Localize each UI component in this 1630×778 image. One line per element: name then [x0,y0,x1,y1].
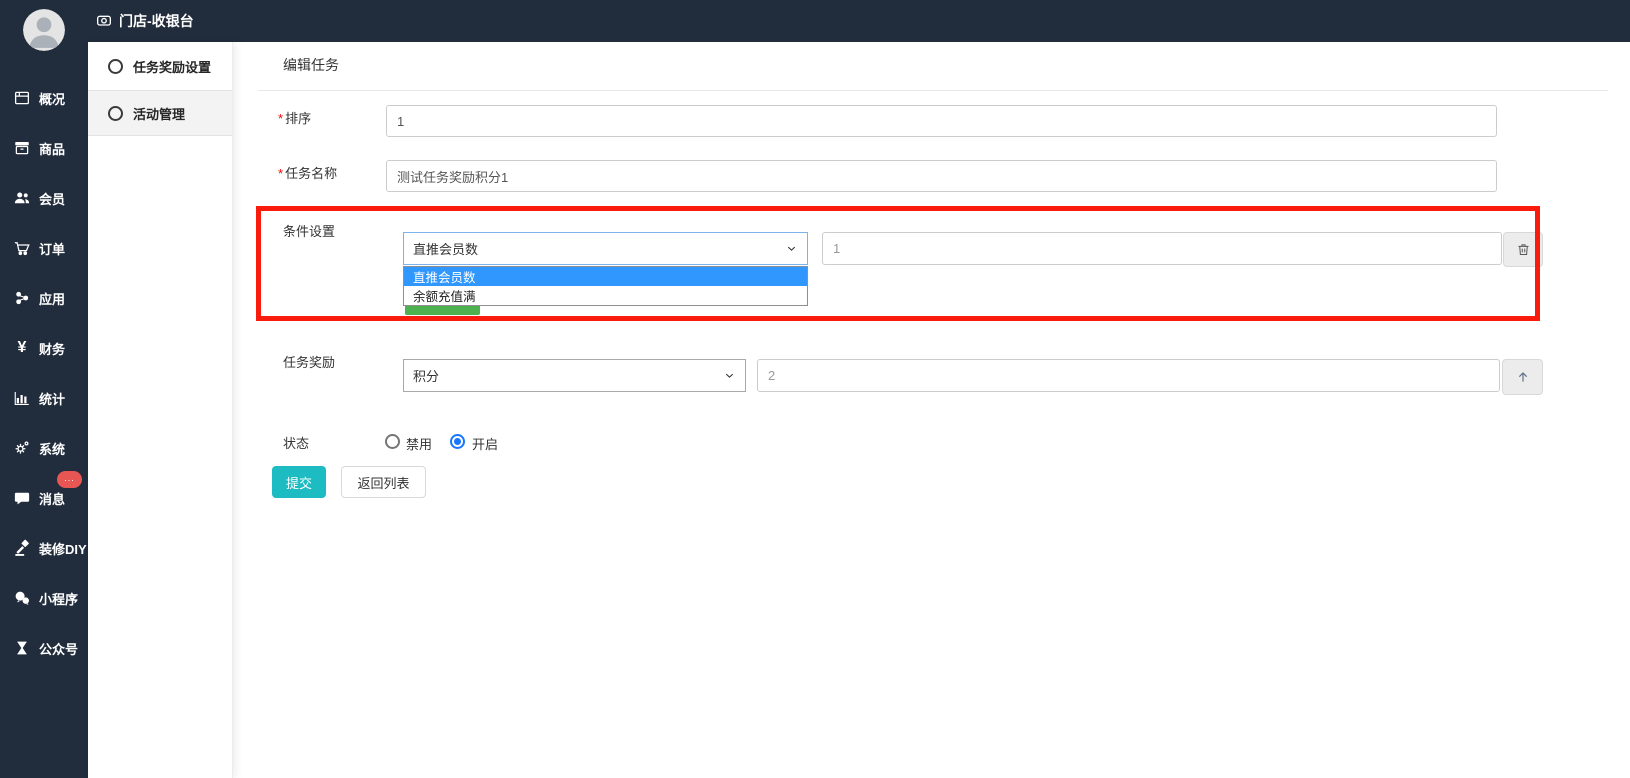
app-title-wrap: 门店-收银台 [96,0,194,42]
sidebar-item-label: 会员 [39,189,65,208]
bar-chart-icon [13,389,31,407]
submenu-panel: 任务奖励设置 活动管理 [88,42,233,778]
dropdown-option-direct-members[interactable]: 直推会员数 [404,267,807,286]
hourglass-icon [13,639,31,657]
arrow-up-icon [1515,369,1531,385]
avatar[interactable] [23,9,65,51]
dropdown-option-balance-recharge[interactable]: 余额充值满 [404,286,807,305]
cashier-icon [96,13,112,29]
sidebar-item-members[interactable]: 会员 [0,173,88,223]
sidebar-item-decorate-diy[interactable]: 装修DIY [0,523,88,573]
condition-label: 条件设置 [283,221,335,240]
status-radio-enabled[interactable] [450,434,465,449]
sidebar-item-label: 概况 [39,89,65,108]
move-up-button[interactable] [1502,359,1543,395]
condition-type-select[interactable]: 直推会员数 [403,232,808,265]
status-label: 状态 [283,433,309,452]
required-mark: * [278,166,283,181]
sidebar-item-label: 订单 [39,239,65,258]
message-bubble-icon [13,489,31,507]
sidebar-item-label: 消息 [39,489,65,508]
submenu-item-activity-management[interactable]: 活动管理 [88,90,232,136]
sidebar-item-finance[interactable]: ¥ 财务 [0,323,88,373]
sidebar-item-official-account[interactable]: 公众号 [0,623,88,673]
task-name-input[interactable] [386,160,1497,192]
sidebar-nav: 概况 商品 会员 订单 应用 ¥ 财务 统计 系统 消息 装修DIY 小程序 [0,73,88,673]
sidebar-item-stats[interactable]: 统计 [0,373,88,423]
add-condition-button-partially-hidden[interactable] [405,306,480,315]
page-title: 编辑任务 [283,55,339,75]
back-to-list-button[interactable]: 返回列表 [341,466,426,498]
sidebar-item-label: 系统 [39,439,65,458]
chevron-down-icon [785,242,798,255]
overview-icon [13,89,31,107]
reward-value-input[interactable] [757,359,1500,392]
status-radio-enabled-label[interactable]: 开启 [472,434,498,453]
sidebar-item-orders[interactable]: 订单 [0,223,88,273]
goods-icon [13,139,31,157]
cart-icon [13,239,31,257]
gavel-icon [13,539,31,557]
apps-icon [13,289,31,307]
sidebar-item-miniprogram[interactable]: 小程序 [0,573,88,623]
reward-select-value: 积分 [413,366,439,385]
chevron-down-icon [723,369,736,382]
reward-type-select[interactable]: 积分 [403,359,746,392]
status-radio-disabled[interactable] [385,434,400,449]
submenu-item-label: 任务奖励设置 [133,57,211,76]
sidebar-item-label: 装修DIY [39,539,87,558]
reward-label: 任务奖励 [283,352,335,371]
gear-icon [13,439,31,457]
circle-bullet-icon [108,59,123,74]
sidebar-item-system[interactable]: 系统 [0,423,88,473]
trash-icon [1516,242,1531,257]
sidebar-item-label: 统计 [39,389,65,408]
status-radio-disabled-label[interactable]: 禁用 [406,434,432,453]
condition-select-value: 直推会员数 [413,239,478,258]
sidebar-item-goods[interactable]: 商品 [0,123,88,173]
sidebar-item-apps[interactable]: 应用 [0,273,88,323]
condition-value-input[interactable] [822,232,1502,265]
sidebar-item-label: 应用 [39,289,65,308]
sidebar-item-label: 商品 [39,139,65,158]
submenu-item-task-reward-settings[interactable]: 任务奖励设置 [88,42,232,90]
task-name-label: *任务名称 [278,163,337,182]
message-count-badge: ... [57,471,82,488]
required-mark: * [278,111,283,126]
topbar [0,0,1630,42]
condition-dropdown-list: 直推会员数 余额充值满 [403,266,808,306]
sort-label: *排序 [278,108,311,127]
yen-icon: ¥ [13,339,31,357]
delete-condition-button[interactable] [1503,232,1543,267]
sidebar-item-label: 财务 [39,339,65,358]
app-title: 门店-收银台 [119,11,194,31]
sort-input[interactable] [386,105,1497,137]
miniprogram-icon [13,589,31,607]
submit-button[interactable]: 提交 [272,466,326,498]
sidebar-item-label: 公众号 [39,639,78,658]
members-icon [13,189,31,207]
heading-divider [258,90,1608,91]
circle-bullet-icon [108,106,123,121]
sidebar-item-label: 小程序 [39,589,78,608]
sidebar-item-overview[interactable]: 概况 [0,73,88,123]
submenu-item-label: 活动管理 [133,104,185,123]
